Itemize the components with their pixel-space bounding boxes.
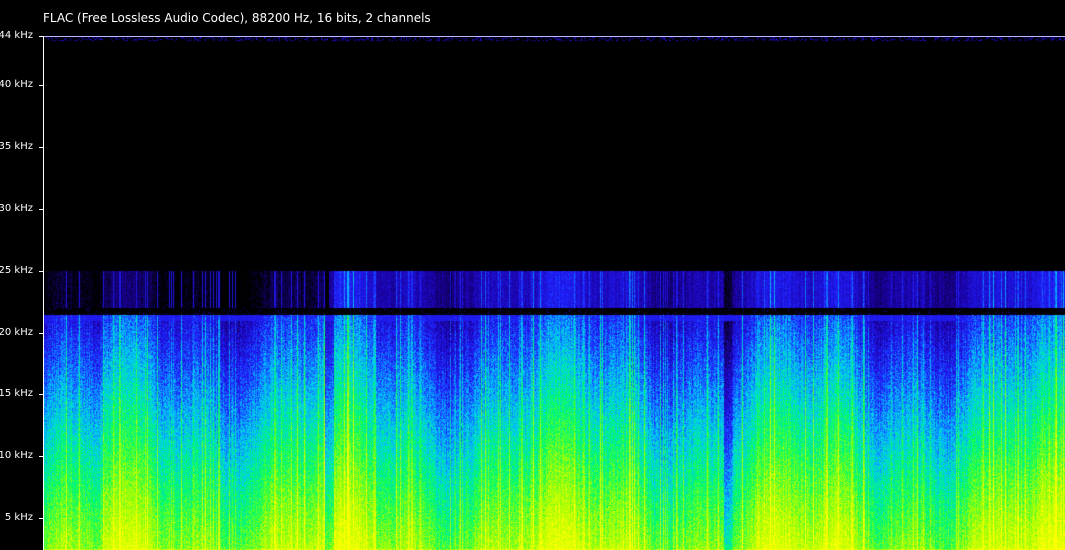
y-tick-label: 5 kHz bbox=[4, 511, 33, 523]
plot-left-border bbox=[43, 36, 44, 550]
y-tick-label: 10 kHz bbox=[0, 450, 33, 462]
spectrogram-canvas bbox=[43, 36, 1065, 550]
y-tick-label: 40 kHz bbox=[0, 79, 33, 91]
frequency-axis: 5 kHz 10 kHz 15 kHz 20 kHz 25 kHz 30 kHz 35 kH… bbox=[0, 0, 43, 550]
y-tick-label: 30 kHz bbox=[0, 202, 33, 214]
y-tick-label: 15 kHz bbox=[0, 388, 33, 400]
spectrogram-plot bbox=[43, 36, 1065, 550]
y-tick-label: 20 kHz bbox=[0, 326, 33, 338]
y-tick-label: 35 kHz bbox=[0, 141, 33, 153]
y-tick-label: 44 kHz bbox=[0, 30, 33, 41]
y-tick-label: 25 kHz bbox=[0, 264, 33, 276]
plot-top-border bbox=[43, 36, 1065, 37]
format-info: FLAC (Free Lossless Audio Codec), 88200 … bbox=[43, 11, 431, 25]
